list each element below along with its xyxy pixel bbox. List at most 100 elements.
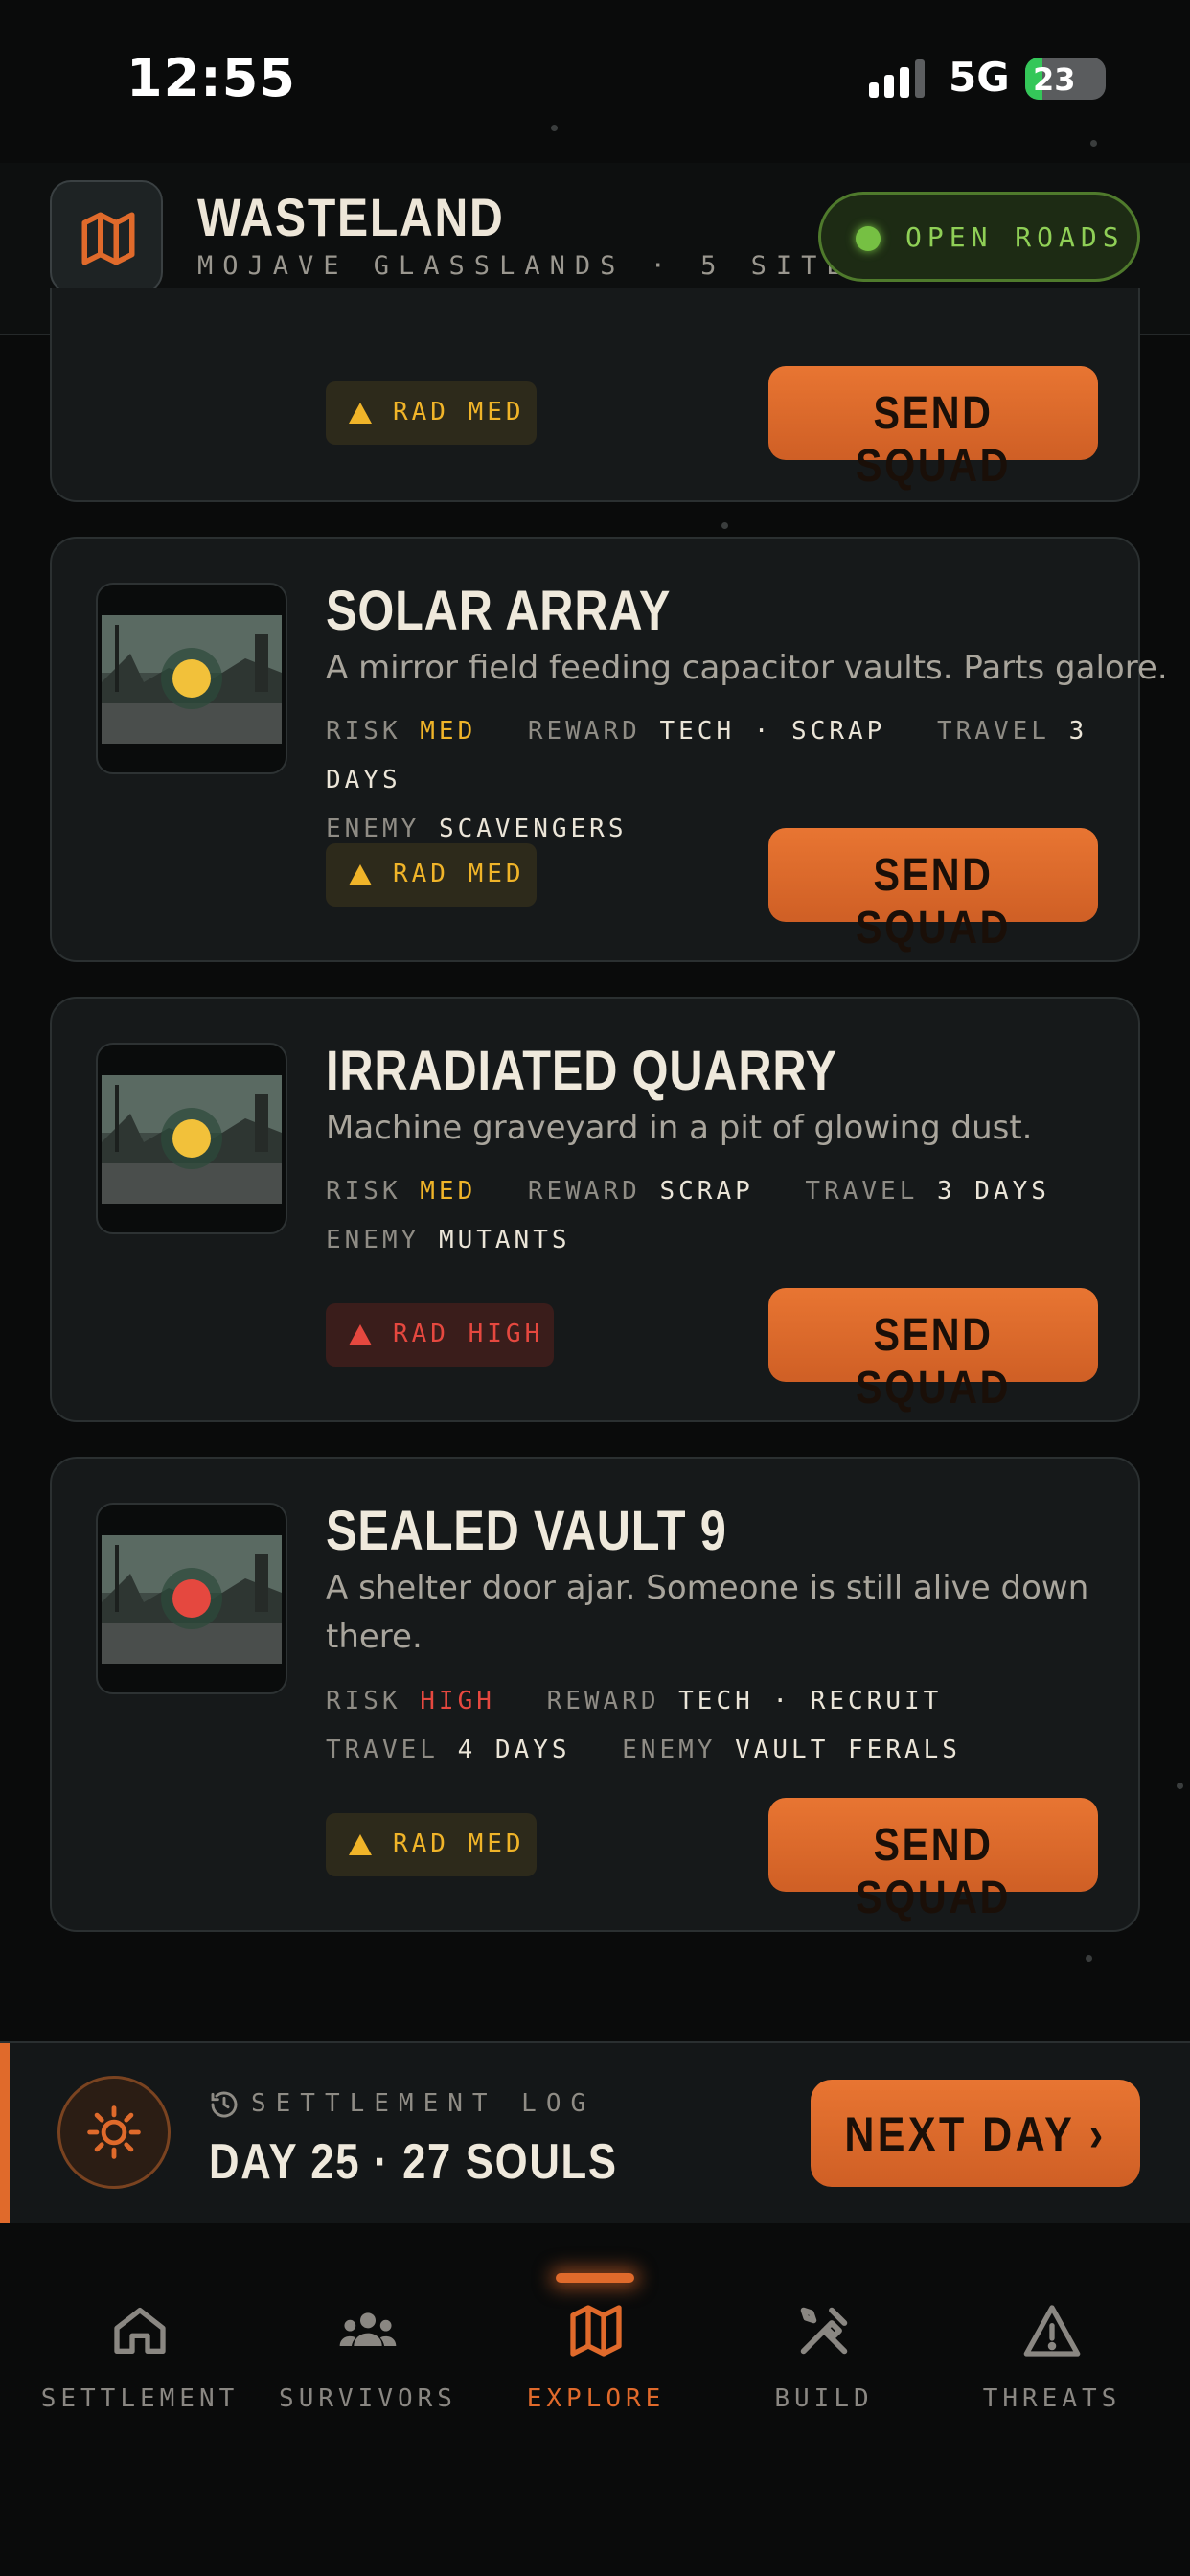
network-type: 5G bbox=[949, 54, 1010, 101]
travel-value: 4 DAYS bbox=[457, 1736, 571, 1764]
site-title: SOLAR ARRAY bbox=[326, 580, 672, 642]
tab-build[interactable]: BUILD bbox=[705, 2300, 943, 2453]
warning-icon bbox=[1023, 2305, 1081, 2357]
rad-badge: RAD MED bbox=[326, 1813, 537, 1876]
people-icon bbox=[339, 2312, 397, 2346]
rad-label: RAD MED bbox=[393, 860, 525, 888]
bottom-tab-bar: SETTLEMENT SURVIVORS EXPLORE BUILD THREA… bbox=[0, 2223, 1190, 2576]
tab-settlement[interactable]: SETTLEMENT bbox=[21, 2300, 259, 2453]
site-card-solar-array[interactable]: SOLAR ARRAY A mirror field feeding capac… bbox=[50, 537, 1168, 962]
battery-icon: 23 bbox=[1025, 58, 1106, 100]
active-tab-indicator bbox=[556, 2273, 634, 2283]
enemy-key: ENEMY bbox=[622, 1736, 717, 1764]
site-stats: RISK MED REWARD SCRAP TRAVEL 3 DAYS ENEM… bbox=[326, 1167, 1131, 1265]
wasteland-scene-image bbox=[102, 615, 282, 744]
cellular-signal-icon bbox=[869, 59, 925, 98]
risk-value: MED bbox=[420, 1177, 477, 1206]
risk-value: MED bbox=[420, 717, 477, 746]
travel-key: TRAVEL bbox=[936, 717, 1050, 746]
open-roads-label: OPEN ROADS bbox=[905, 221, 1125, 253]
reward-key: REWARD bbox=[546, 1687, 660, 1715]
page-subtitle: MOJAVE GLASSLANDS · 5 SITES bbox=[197, 251, 877, 281]
map-icon bbox=[81, 212, 135, 265]
reward-key: REWARD bbox=[527, 717, 641, 746]
map-icon bbox=[570, 2305, 622, 2357]
site-title: IRRADIATED QUARRY bbox=[326, 1040, 837, 1102]
dust-speck bbox=[1086, 1955, 1092, 1962]
site-card-partial: RAD MED SEND SQUAD bbox=[50, 288, 1140, 502]
home-icon bbox=[114, 2308, 166, 2354]
tab-label: SURVIVORS bbox=[279, 2384, 457, 2413]
wasteland-scene-image bbox=[102, 1075, 282, 1204]
rad-badge: RAD HIGH bbox=[326, 1303, 554, 1367]
warning-icon bbox=[349, 1834, 372, 1855]
open-roads-badge[interactable]: OPEN ROADS bbox=[818, 192, 1140, 282]
warning-icon bbox=[349, 402, 372, 424]
battery-level: 23 bbox=[1033, 61, 1076, 98]
day-summary: DAY 25 · 27 SOULS bbox=[209, 2134, 618, 2190]
dust-speck bbox=[1177, 1782, 1183, 1789]
tab-threats[interactable]: THREATS bbox=[933, 2300, 1171, 2453]
day-indicator bbox=[57, 2076, 171, 2189]
tab-explore[interactable]: EXPLORE bbox=[477, 2300, 715, 2453]
rad-badge: RAD MED bbox=[326, 843, 537, 907]
next-day-label: NEXT DAY › bbox=[844, 2107, 1107, 2161]
send-squad-label: SEND SQUAD bbox=[856, 1820, 1011, 1923]
history-icon bbox=[211, 2091, 238, 2118]
send-squad-button[interactable]: SEND SQUAD bbox=[768, 828, 1098, 954]
site-card-sealed-vault-9[interactable]: SEALED VAULT 9 A shelter door ajar. Some… bbox=[50, 1457, 1140, 1932]
risk-key: RISK bbox=[326, 717, 401, 746]
site-thumbnail bbox=[96, 1503, 287, 1694]
send-squad-label: SEND SQUAD bbox=[856, 1310, 1011, 1414]
map-button[interactable] bbox=[50, 180, 163, 293]
site-description: A mirror field feeding capacitor vaults.… bbox=[326, 649, 1168, 687]
rad-label: RAD MED bbox=[393, 398, 525, 426]
settlement-log-bar: SETTLEMENT LOG DAY 25 · 27 SOULS NEXT DA… bbox=[0, 2041, 1190, 2225]
rad-label: RAD MED bbox=[393, 1829, 525, 1858]
status-bar: 12:55 5G 23 bbox=[0, 0, 1190, 163]
site-thumbnail bbox=[96, 583, 287, 774]
tools-icon bbox=[800, 2307, 848, 2355]
site-description: Machine graveyard in a pit of glowing du… bbox=[326, 1109, 1033, 1147]
status-time: 12:55 bbox=[126, 48, 296, 108]
reward-value: SCRAP bbox=[659, 1177, 754, 1206]
site-thumbnail bbox=[96, 1043, 287, 1234]
travel-value: 3 DAYS bbox=[937, 1177, 1050, 1206]
tab-label: SETTLEMENT bbox=[40, 2384, 240, 2413]
send-squad-button[interactable]: SEND SQUAD bbox=[768, 1288, 1098, 1414]
travel-key: TRAVEL bbox=[805, 1177, 919, 1206]
risk-key: RISK bbox=[326, 1177, 401, 1206]
wasteland-scene-image bbox=[102, 1535, 282, 1664]
rad-badge: RAD MED bbox=[326, 381, 537, 445]
status-dot-icon bbox=[856, 226, 881, 251]
send-squad-label: SEND SQUAD bbox=[856, 388, 1011, 492]
reward-value: TECH · RECRUIT bbox=[678, 1687, 943, 1715]
enemy-value: SCAVENGERS bbox=[438, 815, 628, 843]
site-stats: RISK HIGH REWARD TECH · RECRUIT TRAVEL 4… bbox=[326, 1677, 1131, 1775]
page-title: WASTELAND bbox=[197, 187, 505, 247]
enemy-key: ENEMY bbox=[326, 1226, 421, 1254]
send-squad-button[interactable]: SEND SQUAD bbox=[768, 1798, 1098, 1923]
next-day-button[interactable]: NEXT DAY › bbox=[811, 2080, 1140, 2187]
enemy-key: ENEMY bbox=[326, 815, 421, 843]
rad-label: RAD HIGH bbox=[393, 1320, 544, 1348]
site-card-irradiated-quarry[interactable]: IRRADIATED QUARRY Machine graveyard in a… bbox=[50, 997, 1140, 1422]
reward-key: REWARD bbox=[527, 1177, 641, 1206]
tab-survivors[interactable]: SURVIVORS bbox=[249, 2300, 487, 2453]
site-title: SEALED VAULT 9 bbox=[326, 1500, 727, 1562]
warning-icon bbox=[349, 1324, 372, 1346]
enemy-value: VAULT FERALS bbox=[735, 1736, 961, 1764]
warning-icon bbox=[349, 864, 372, 886]
travel-key: TRAVEL bbox=[326, 1736, 439, 1764]
send-squad-button[interactable]: SEND SQUAD bbox=[768, 366, 1098, 492]
sun-icon bbox=[87, 2105, 141, 2159]
risk-value: HIGH bbox=[420, 1687, 495, 1715]
tab-label: BUILD bbox=[774, 2384, 874, 2413]
tab-label: EXPLORE bbox=[526, 2384, 666, 2413]
enemy-value: MUTANTS bbox=[438, 1226, 571, 1254]
send-squad-label: SEND SQUAD bbox=[856, 850, 1011, 954]
settlement-log-label: SETTLEMENT LOG bbox=[251, 2089, 596, 2118]
reward-value: TECH · SCRAP bbox=[659, 717, 886, 746]
tab-label: THREATS bbox=[982, 2384, 1122, 2413]
dust-speck bbox=[721, 522, 728, 529]
